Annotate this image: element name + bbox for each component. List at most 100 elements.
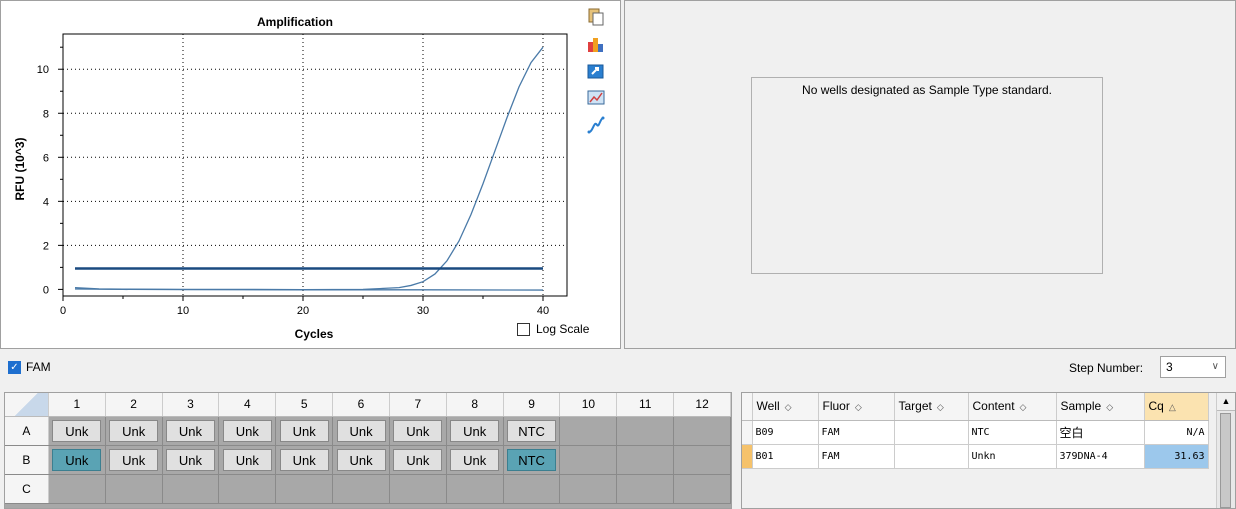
- plate-well[interactable]: Unk: [106, 417, 163, 445]
- sort-icon[interactable]: ◇: [1020, 402, 1027, 412]
- scrollbar-thumb[interactable]: [1220, 413, 1231, 508]
- plate-well[interactable]: [617, 446, 675, 474]
- plate-well[interactable]: Unk: [390, 417, 447, 445]
- plate-view: 1 2 3 4 5 6 7 8 9 10 11 12 A Unk Unk Unk Unk Unk Unk Unk Un…: [4, 392, 732, 509]
- plate-column-header-cell[interactable]: 7: [390, 393, 447, 416]
- column-header-well[interactable]: Well ◇: [752, 393, 819, 421]
- cell-cq[interactable]: 31.63: [1144, 444, 1209, 469]
- plate-column-header-cell[interactable]: 8: [447, 393, 504, 416]
- plate-well[interactable]: Unk: [390, 446, 447, 474]
- step-number-select[interactable]: 3 ∨: [1160, 356, 1226, 378]
- table-row[interactable]: B01 FAM Unkn 379DNA-4 31.63: [742, 444, 1209, 469]
- color-palette-icon[interactable]: [586, 34, 606, 54]
- sort-icon[interactable]: ◇: [855, 402, 862, 412]
- cell-content[interactable]: NTC: [968, 420, 1057, 445]
- sort-icon[interactable]: ◇: [1106, 402, 1113, 412]
- plate-well[interactable]: [617, 475, 675, 503]
- column-header-target[interactable]: Target ◇: [894, 393, 969, 421]
- cell-fluor[interactable]: FAM: [818, 420, 895, 445]
- plate-well[interactable]: Unk: [276, 446, 334, 474]
- plate-row-header[interactable]: C: [5, 475, 49, 503]
- plate-well[interactable]: Unk: [333, 417, 390, 445]
- cell-target[interactable]: [894, 420, 969, 445]
- sort-icon[interactable]: ◇: [937, 402, 944, 412]
- plate-well[interactable]: [674, 417, 731, 445]
- plate-well[interactable]: Unk: [333, 446, 390, 474]
- column-header-sample[interactable]: Sample ◇: [1056, 393, 1145, 421]
- plate-well[interactable]: Unk: [106, 446, 163, 474]
- plate-well[interactable]: [447, 475, 504, 503]
- amplification-chart[interactable]: Amplification RFU (10^3) Cycles 0 10 20 30 4…: [1, 1, 586, 350]
- plate-well[interactable]: [49, 475, 106, 503]
- log-scale-checkbox[interactable]: [517, 322, 530, 336]
- plate-well[interactable]: NTC: [504, 446, 561, 474]
- plate-well[interactable]: [276, 475, 334, 503]
- plate-well[interactable]: Unk: [447, 446, 504, 474]
- plate-well[interactable]: [560, 446, 618, 474]
- plate-select-all-corner[interactable]: [5, 393, 49, 416]
- fam-checkbox[interactable]: ✓: [8, 360, 21, 374]
- row-indicator[interactable]: [742, 444, 753, 469]
- plate-well[interactable]: Unk: [49, 446, 106, 474]
- plate-well[interactable]: Unk: [276, 417, 334, 445]
- plate-well[interactable]: Unk: [163, 446, 220, 474]
- plate-column-header-cell[interactable]: 1: [49, 393, 106, 416]
- sort-icon[interactable]: ◇: [785, 402, 792, 412]
- table-row[interactable]: B09 FAM NTC 空白 N/A: [742, 420, 1209, 445]
- plate-column-header-cell[interactable]: 10: [560, 393, 618, 416]
- plate-well[interactable]: [504, 475, 561, 503]
- well-content-label: NTC: [507, 449, 557, 471]
- plate-well[interactable]: [219, 475, 277, 503]
- cell-cq[interactable]: N/A: [1144, 420, 1209, 445]
- plate-column-header-cell[interactable]: 5: [276, 393, 334, 416]
- chevron-down-icon[interactable]: ∨: [1212, 357, 1219, 377]
- vertical-scrollbar[interactable]: ▲: [1216, 393, 1235, 508]
- column-header-cq[interactable]: Cq △: [1144, 393, 1209, 421]
- plate-well[interactable]: NTC: [504, 417, 561, 445]
- cell-fluor[interactable]: FAM: [818, 444, 895, 469]
- export-icon[interactable]: [586, 61, 606, 81]
- cell-target[interactable]: [894, 444, 969, 469]
- log-scale-toggle[interactable]: Log Scale: [517, 322, 589, 336]
- plate-column-header-cell[interactable]: 3: [163, 393, 220, 416]
- plate-column-header-cell[interactable]: 9: [504, 393, 561, 416]
- plate-column-header-cell[interactable]: 6: [333, 393, 390, 416]
- plate-well[interactable]: [560, 475, 618, 503]
- plate-row-header[interactable]: B: [5, 446, 49, 474]
- cell-well[interactable]: B09: [752, 420, 819, 445]
- plate-well[interactable]: [674, 446, 731, 474]
- column-header-content[interactable]: Content ◇: [968, 393, 1057, 421]
- plate-column-header-cell[interactable]: 11: [617, 393, 675, 416]
- curve-icon[interactable]: [586, 115, 606, 135]
- sort-ascending-icon[interactable]: △: [1169, 402, 1176, 412]
- plate-well[interactable]: Unk: [219, 446, 277, 474]
- plate-well[interactable]: [390, 475, 447, 503]
- cell-sample[interactable]: 空白: [1056, 420, 1145, 445]
- copy-icon[interactable]: [586, 7, 606, 27]
- plate-column-header-cell[interactable]: 12: [674, 393, 731, 416]
- column-header-fluor[interactable]: Fluor ◇: [818, 393, 895, 421]
- plate-well[interactable]: [333, 475, 390, 503]
- chart-settings-icon[interactable]: [586, 88, 606, 108]
- scroll-up-icon[interactable]: ▲: [1217, 393, 1235, 411]
- plate-well[interactable]: [106, 475, 163, 503]
- plate-well[interactable]: [163, 475, 220, 503]
- plate-well[interactable]: Unk: [447, 417, 504, 445]
- plate-well[interactable]: [560, 417, 618, 445]
- fluor-selector[interactable]: ✓ FAM: [8, 360, 51, 374]
- row-indicator[interactable]: [742, 420, 753, 445]
- plate-well[interactable]: Unk: [163, 417, 220, 445]
- y-tick-label: 4: [43, 196, 49, 208]
- plate-column-header-cell[interactable]: 4: [219, 393, 277, 416]
- cell-well[interactable]: B01: [752, 444, 819, 469]
- cell-sample[interactable]: 379DNA-4: [1056, 444, 1145, 469]
- plate-well[interactable]: [674, 475, 731, 503]
- cell-content[interactable]: Unkn: [968, 444, 1057, 469]
- plate-column-header-cell[interactable]: 2: [106, 393, 163, 416]
- plate-row-header[interactable]: A: [5, 417, 49, 445]
- plate-well[interactable]: Unk: [219, 417, 277, 445]
- x-tick-label: 0: [60, 305, 66, 317]
- well-content-label: Unk: [393, 449, 443, 471]
- plate-well[interactable]: Unk: [49, 417, 106, 445]
- plate-well[interactable]: [617, 417, 675, 445]
